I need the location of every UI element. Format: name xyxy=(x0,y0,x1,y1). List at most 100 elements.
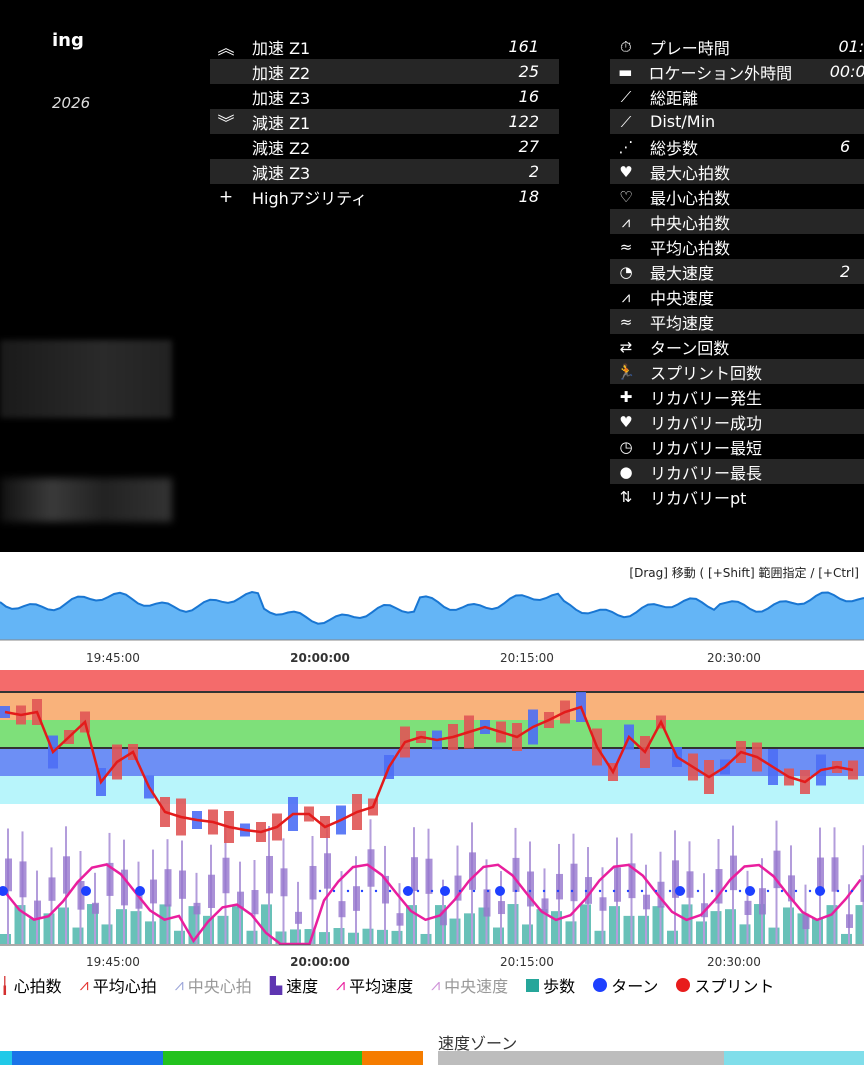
turn-dot xyxy=(766,889,770,893)
stat-row: ◷ リカバリー最短 xyxy=(610,434,864,459)
turn-marker xyxy=(81,886,91,896)
turn-dot xyxy=(752,889,756,893)
accel-label: 加速 Z1 xyxy=(252,38,311,58)
stat-label: 総歩数 xyxy=(650,138,699,158)
legend-item[interactable]: スプリント xyxy=(676,973,774,997)
legend-item[interactable]: ターン xyxy=(593,973,658,997)
step-bar xyxy=(362,928,374,944)
legend-item[interactable]: 歩数 xyxy=(526,973,575,997)
stat-label: ロケーション外時間 xyxy=(648,63,793,83)
legend-item[interactable]: ⩘ 平均速度 xyxy=(336,973,413,997)
accel-value: 16 xyxy=(518,87,539,106)
chart-area[interactable]: [Drag] 移動 ( [+Shift] 範囲指定 / [+Ctrl] 19:4… xyxy=(0,552,864,1080)
line-chart-icon: ⩘ xyxy=(174,975,184,994)
step-bar xyxy=(768,927,780,944)
speed-zone-segment xyxy=(163,1051,362,1065)
speed-candle xyxy=(48,877,56,901)
stat-row: ⇅ リカバリーpt xyxy=(610,484,864,509)
legend-item[interactable]: ╽ 心拍数 xyxy=(0,973,62,997)
speed-candle xyxy=(92,902,99,914)
step-bar xyxy=(159,904,171,944)
speed-candle xyxy=(63,856,70,894)
stat-value: 6 xyxy=(840,137,851,156)
stat-label: プレー時間 xyxy=(649,38,730,58)
speed-candle xyxy=(309,865,317,900)
speed-candle xyxy=(222,857,230,894)
step-bar xyxy=(116,909,127,944)
speed-candle xyxy=(498,901,505,915)
legend-item[interactable]: ▙ 速度 xyxy=(270,973,318,997)
stats-panel: ing 2026 ︽ 加速 Z1 161 加速 Z2 25 加速 Z3 16 ︾ 減速 Z1 12… xyxy=(0,0,864,552)
turn-dot xyxy=(640,889,644,893)
stat-row: ≈ 平均速度 xyxy=(610,309,864,334)
clock-outline-icon: ◷ xyxy=(619,437,633,456)
step-bar xyxy=(174,930,185,944)
stat-row: ● リカバリー最長 xyxy=(610,459,864,484)
step-bar xyxy=(290,929,301,944)
turn-dot xyxy=(402,889,406,893)
speed-candle xyxy=(251,890,259,915)
speed-candle xyxy=(324,853,331,889)
step-bar xyxy=(812,918,823,944)
line-chart-icon: ⩘ xyxy=(79,975,89,994)
step-bar xyxy=(377,929,388,944)
speed-candle xyxy=(686,871,694,898)
step-bar xyxy=(783,907,794,944)
stat-label: リカバリー成功 xyxy=(650,413,763,433)
stat-label: スプリント回数 xyxy=(650,363,763,383)
time-axis-bottom: 19:45:00 20:00:00 20:15:00 20:30:00 xyxy=(86,955,761,969)
stat-row: ♥ リカバリー成功 xyxy=(610,409,864,434)
turn-dot xyxy=(626,889,630,893)
speed-candle xyxy=(831,857,839,892)
accel-decel-table: ︽ 加速 Z1 161 加速 Z2 25 加速 Z3 16 ︾ 減速 Z1 122 減速 Z2 27 減… xyxy=(210,34,559,209)
step-bar xyxy=(232,906,243,944)
plus-icon: + xyxy=(218,186,234,207)
speed-candle xyxy=(759,888,766,915)
speed-candle xyxy=(19,861,27,898)
legend-item[interactable]: ⩘ 中央心拍 xyxy=(175,973,252,997)
accel-label: Highアジリティ xyxy=(252,188,368,208)
step-bar xyxy=(101,924,113,944)
bed-icon: ▬ xyxy=(618,62,633,81)
speed-candle xyxy=(425,858,433,894)
running-icon: 🏃 xyxy=(616,362,636,381)
accel-value: 2 xyxy=(528,162,539,181)
timeline-chart[interactable]: [Drag] 移動 ( [+Shift] 範囲指定 / [+Ctrl] 19:4… xyxy=(0,552,864,972)
stat-row: ⩘ 中央速度 xyxy=(610,284,864,309)
speed-candle xyxy=(193,902,201,915)
speed-candle xyxy=(338,901,346,918)
turn-marker xyxy=(135,886,145,896)
speed-candle xyxy=(179,870,186,899)
time-tick-label: 19:45:00 xyxy=(86,651,140,665)
step-bar xyxy=(667,930,678,944)
turn-dot xyxy=(500,889,504,893)
stats-table: ⏱ プレー時間 01: ▬ ロケーション外時間 00:0 ⟋ 総距離 ⟋ Dist/Min ⋰ 総歩数… xyxy=(610,34,864,509)
stat-row: ⏱ プレー時間 01: xyxy=(610,34,864,59)
stat-row: ⟋ Dist/Min xyxy=(610,109,864,134)
session-year: 2026 xyxy=(52,94,91,112)
speed-zone-segment xyxy=(724,1051,864,1065)
stat-row: ⇄ ターン回数 xyxy=(610,334,864,359)
stat-label: Dist/Min xyxy=(650,112,716,131)
stat-row: ♡ 最小心拍数 xyxy=(610,184,864,209)
speedometer-icon: ◔ xyxy=(619,262,633,281)
turn-dot xyxy=(332,889,336,893)
speed-candle xyxy=(266,855,273,894)
speed-candle xyxy=(469,852,476,890)
turn-dot xyxy=(780,889,784,893)
step-bar xyxy=(391,930,403,944)
turn-dot xyxy=(724,889,728,893)
line-chart-icon: ⩘ xyxy=(336,975,346,994)
average-icon: ≈ xyxy=(619,237,633,256)
accel-row: ︾ 減速 Z1 122 xyxy=(210,109,559,134)
step-bar xyxy=(319,932,330,944)
zone-max xyxy=(0,670,864,692)
speed-candle xyxy=(570,863,578,902)
stat-value: 01: xyxy=(838,37,864,56)
accel-row: 加速 Z3 16 xyxy=(210,84,559,109)
chart-legend: ╽ 心拍数 ⩘ 平均心拍 ⩘ 中央心拍 ▙ 速度 ⩘ 平均速度 ⩘ 中央速度 歩数 ターン スプリント xyxy=(0,972,864,998)
legend-item[interactable]: ⩘ 中央速度 xyxy=(431,973,508,997)
turn-dot xyxy=(682,889,686,893)
time-tick-label: 20:15:00 xyxy=(500,651,554,665)
legend-item[interactable]: ⩘ 平均心拍 xyxy=(80,973,157,997)
